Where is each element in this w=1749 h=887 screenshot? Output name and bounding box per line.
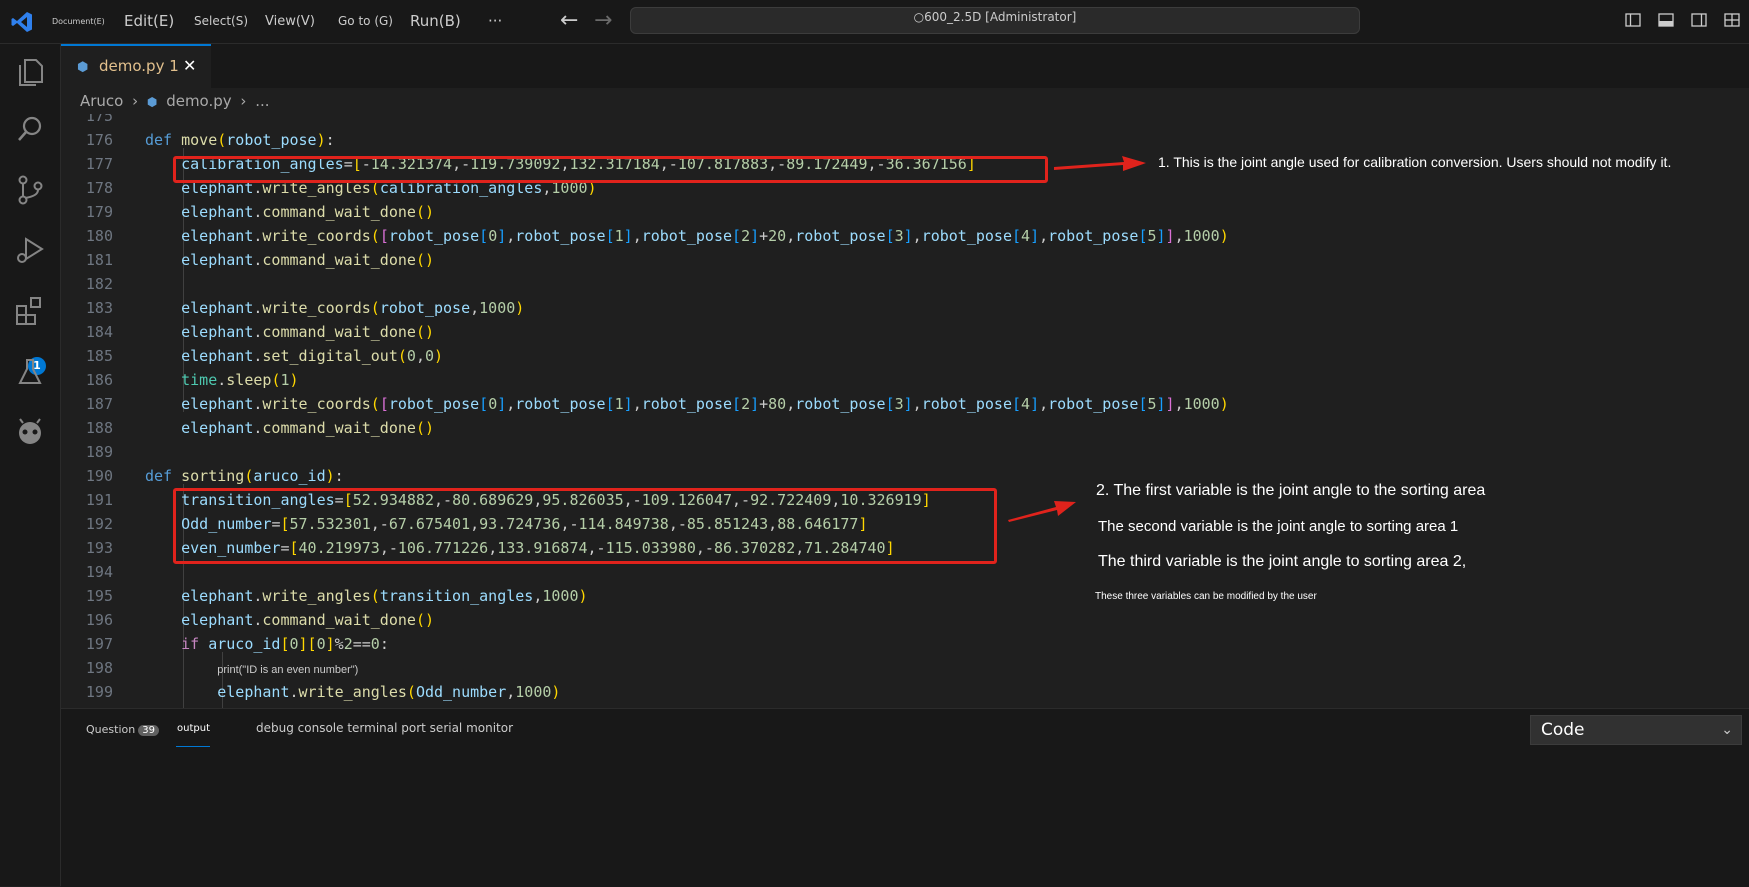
line-number: 195 — [85, 587, 113, 605]
customize-layout-icon[interactable] — [1724, 12, 1740, 28]
annotation-arrow-2 — [1008, 501, 1076, 522]
menu-more[interactable]: ··· — [488, 0, 502, 43]
back-arrow-icon[interactable]: ← — [560, 8, 578, 33]
annotation-note-2-line-1: 2. The first variable is the joint angle… — [1096, 482, 1486, 499]
panel-other-tabs[interactable]: debug console terminal port serial monit… — [256, 721, 513, 735]
command-center-search[interactable]: ○600_2.5D [Administrator] — [630, 7, 1360, 34]
chevron-down-icon: ⌄ — [1721, 722, 1733, 738]
menu-document[interactable]: Document(E) — [52, 0, 105, 43]
explorer-icon[interactable] — [12, 54, 48, 90]
chevron-right-icon: › — [132, 92, 139, 110]
tab-problems-label: Question — [86, 723, 136, 736]
testing-icon[interactable] — [12, 354, 48, 390]
menu-select[interactable]: Select(S) — [194, 0, 248, 43]
python-file-icon: ⬢ — [146, 95, 158, 109]
python-file-icon: ⬢ — [77, 60, 89, 75]
line-number: 175 — [85, 114, 113, 125]
line-number: 190 — [85, 467, 113, 485]
toggle-primary-sidebar-icon[interactable] — [1625, 12, 1641, 28]
editor-tabs: ⬢ demo.py 1 ✕ — [61, 44, 1749, 88]
toggle-secondary-sidebar-icon[interactable] — [1691, 12, 1707, 28]
line-number: 181 — [85, 251, 113, 269]
annotation-note-1: 1. This is the joint angle used for cali… — [1158, 154, 1672, 170]
title-bar: Document(E) Edit(E) Select(S) View(V) Go… — [0, 0, 1749, 44]
breadcrumb-symbol[interactable]: ... — [255, 92, 269, 110]
line-number: 179 — [85, 203, 113, 221]
line-number: 196 — [85, 611, 113, 629]
activity-bar: 1 — [0, 44, 61, 886]
line-number: 191 — [85, 491, 113, 509]
menu-run[interactable]: Run(B) — [410, 0, 461, 43]
vscode-logo-icon[interactable] — [10, 10, 34, 34]
line-number: 192 — [85, 515, 113, 533]
line-number: 198 — [85, 659, 113, 677]
line-number: 193 — [85, 539, 113, 557]
tab-label: demo.py 1 — [99, 57, 179, 75]
line-number: 186 — [85, 371, 113, 389]
active-tab-indicator — [176, 746, 210, 747]
run-debug-icon[interactable] — [12, 232, 48, 268]
annotation-note-2-line-3: The third variable is the joint angle to… — [1098, 553, 1467, 570]
toggle-panel-icon[interactable] — [1658, 12, 1674, 28]
menu-goto[interactable]: Go to (G) — [338, 0, 393, 43]
bottom-panel: Question 39 output debug console terminal… — [61, 708, 1749, 887]
extensions-icon[interactable] — [12, 292, 48, 328]
line-number: 189 — [85, 443, 113, 461]
close-icon[interactable]: ✕ — [183, 56, 196, 75]
line-number: 182 — [85, 275, 113, 293]
annotation-arrow-1 — [1054, 156, 1146, 171]
breadcrumb: Aruco › ⬢ demo.py › ... — [80, 92, 274, 112]
tab-problems[interactable]: Question 39 — [86, 723, 159, 736]
output-channel-value: Code — [1541, 720, 1585, 740]
menu-view[interactable]: View(V) — [265, 0, 315, 43]
annotation-note-2-line-2: The second variable is the joint angle t… — [1098, 518, 1459, 535]
menu-edit[interactable]: Edit(E) — [124, 0, 174, 43]
tab-demo-py[interactable]: ⬢ demo.py 1 ✕ — [61, 44, 211, 88]
forward-arrow-icon[interactable]: → — [594, 8, 612, 33]
source-control-icon[interactable] — [12, 172, 48, 208]
line-number: 197 — [85, 635, 113, 653]
annotation-note-2-line-4: These three variables can be modified by… — [1095, 591, 1317, 602]
line-number: 177 — [85, 155, 113, 173]
line-number: 176 — [85, 131, 113, 149]
line-number: 183 — [85, 299, 113, 317]
chevron-right-icon: › — [240, 92, 247, 110]
line-number: 180 — [85, 227, 113, 245]
line-number: 185 — [85, 347, 113, 365]
breadcrumb-file[interactable]: demo.py — [166, 92, 231, 110]
breadcrumb-folder[interactable]: Aruco — [80, 92, 123, 110]
line-number: 187 — [85, 395, 113, 413]
tab-output[interactable]: output — [177, 723, 210, 734]
code-editor[interactable]: 175 176 def move(robot_pose): 177 calibra… — [61, 114, 1749, 708]
line-number: 194 — [85, 563, 113, 581]
robot-icon[interactable] — [12, 414, 48, 450]
line-number: 178 — [85, 179, 113, 197]
output-channel-select[interactable]: Code ⌄ — [1530, 715, 1742, 745]
problems-count-badge: 39 — [138, 725, 159, 736]
search-icon[interactable] — [12, 112, 48, 148]
calibration-highlight-box — [173, 156, 1048, 183]
line-number: 199 — [85, 683, 113, 701]
line-number: 184 — [85, 323, 113, 341]
sorting-variables-highlight-box — [173, 488, 997, 564]
line-number: 188 — [85, 419, 113, 437]
